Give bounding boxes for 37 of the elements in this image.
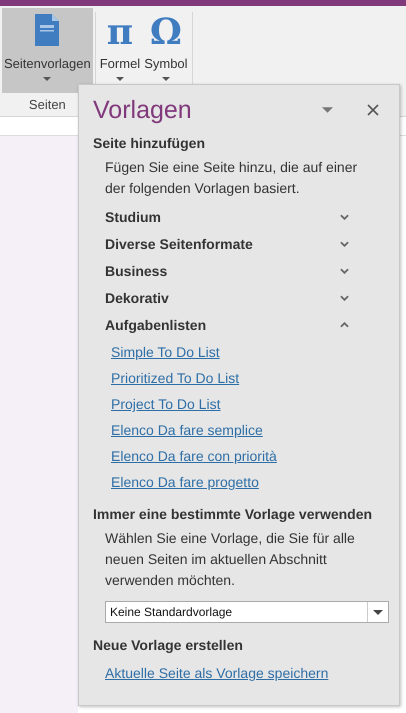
section-heading: Seite hinzufügen xyxy=(93,134,206,153)
section-heading: Neue Vorlage erstellen xyxy=(93,636,244,655)
symbol-glyph: Ω xyxy=(150,14,182,50)
save-template-link[interactable]: Aktuelle Seite als Vorlage speichern xyxy=(105,665,328,681)
template-link[interactable]: Simple To Do List xyxy=(111,338,220,364)
template-dropdown[interactable]: Keine Standardvorlage xyxy=(105,601,389,623)
template-link[interactable]: Project To Do List xyxy=(111,390,220,416)
chevron-icon xyxy=(340,240,349,246)
chevron-icon xyxy=(340,294,349,300)
chevron-icon xyxy=(340,322,349,328)
panel-title: Vorlagen xyxy=(93,96,193,124)
group-label: Seiten xyxy=(28,96,67,112)
category-header[interactable]: Business xyxy=(93,257,385,284)
dropdown-icon[interactable] xyxy=(322,107,333,113)
page-icon xyxy=(35,14,60,46)
category-header[interactable]: Aufgabenlisten xyxy=(93,311,385,338)
template-link[interactable]: Prioritized To Do List xyxy=(111,364,240,390)
section-description: Fügen Sie eine Seite hinzu, die auf einer der folgenden Vorlagen basiert. xyxy=(104,158,358,198)
chevron-icon xyxy=(340,214,349,220)
caret-icon xyxy=(373,610,383,614)
caret-icon xyxy=(43,77,52,81)
ribbon-button[interactable]: Ω Symbol xyxy=(142,8,190,93)
symbol-glyph: π xyxy=(106,14,134,50)
section-heading: Immer eine bestimmte Vorlage verwenden xyxy=(93,505,374,524)
ribbon-button[interactable]: π Formel xyxy=(98,8,142,93)
template-link[interactable]: Elenco Da fare con priorità xyxy=(111,442,277,468)
close-icon[interactable] xyxy=(367,104,379,116)
section-description: Wählen Sie eine Vorlage, die Sie für alle neuen Seiten im aktuellen Abschnitt verwenden möchten. xyxy=(104,529,356,590)
category-header[interactable]: Studium xyxy=(93,203,385,230)
caret-icon xyxy=(116,77,124,81)
template-link[interactable]: Elenco Da fare semplice xyxy=(111,416,263,442)
category-header[interactable]: Dekorativ xyxy=(93,284,385,311)
template-link[interactable]: Elenco Da fare progetto xyxy=(111,468,259,494)
chevron-icon xyxy=(340,268,349,274)
ribbon-button[interactable]: Seitenvorlagen xyxy=(2,8,93,93)
caret-icon xyxy=(162,77,170,81)
category-header[interactable]: Diverse Seitenformate xyxy=(93,230,385,257)
